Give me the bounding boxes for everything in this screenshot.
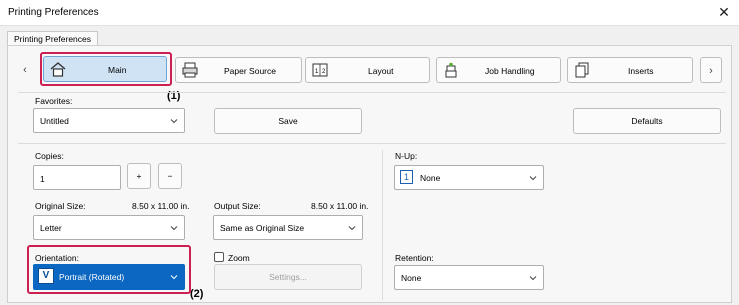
favorites-value: Untitled: [40, 116, 69, 126]
tab-strip: Printing Preferences: [0, 26, 739, 47]
job-stack-icon: [445, 62, 457, 78]
chevron-down-icon: [348, 226, 356, 231]
nav-job-handling-button[interactable]: Job Handling: [436, 57, 561, 83]
copies-value: 1: [40, 174, 45, 184]
nav-paper-source-button[interactable]: Paper Source: [175, 57, 302, 83]
zoom-label: Zoom: [228, 253, 250, 263]
nav-layout-button[interactable]: 1 2 Layout: [305, 57, 430, 83]
nav-inserts-label: Inserts: [628, 66, 654, 76]
portrait-rotated-icon: V: [38, 268, 54, 284]
nav-next-button[interactable]: ›: [700, 57, 722, 83]
callout-box-1: [40, 52, 172, 86]
copies-label: Copies:: [35, 151, 64, 161]
copies-increment-button[interactable]: +: [127, 163, 151, 189]
close-icon[interactable]: ✕: [715, 3, 733, 21]
nav-job-handling-label: Job Handling: [485, 66, 535, 76]
title-bar: Printing Preferences ✕: [0, 0, 739, 26]
retention-value: None: [401, 273, 422, 283]
nav-prev-button[interactable]: ‹: [14, 57, 36, 83]
copies-input[interactable]: 1: [33, 165, 121, 190]
original-size-label: Original Size:: [35, 201, 86, 211]
chevron-down-icon: [170, 275, 178, 280]
copies-decrement-button[interactable]: −: [158, 163, 182, 189]
defaults-button[interactable]: Defaults: [573, 108, 721, 134]
chevron-down-icon: [170, 226, 178, 231]
nup-select[interactable]: 1 None: [394, 165, 544, 190]
chevron-down-icon: [529, 176, 537, 181]
printer-icon: [182, 62, 198, 78]
output-size-select[interactable]: Same as Original Size: [213, 215, 363, 240]
chevron-down-icon: [170, 119, 178, 124]
callout-label-2: (2): [190, 288, 204, 300]
section-divider: [18, 143, 726, 144]
nav-divider: [18, 92, 726, 93]
output-size-label: Output Size:: [214, 201, 261, 211]
chevron-down-icon: [529, 276, 537, 281]
favorites-label: Favorites:: [35, 96, 73, 106]
window-title: Printing Preferences: [8, 7, 99, 18]
original-size-dimension: 8.50 x 11.00 in.: [132, 201, 190, 211]
orientation-select[interactable]: V Portrait (Rotated): [33, 264, 185, 290]
nup-page-icon: 1: [400, 170, 413, 184]
nup-value: None: [420, 173, 441, 183]
original-size-select[interactable]: Letter: [33, 215, 185, 240]
nav-inserts-button[interactable]: Inserts: [567, 57, 693, 83]
zoom-settings-button[interactable]: Settings...: [214, 264, 362, 290]
nav-layout-label: Layout: [368, 66, 394, 76]
nav-paper-source-label: Paper Source: [224, 66, 276, 76]
retention-label: Retention:: [395, 253, 434, 263]
output-size-dimension: 8.50 x 11.00 in.: [311, 201, 369, 211]
column-divider: [382, 150, 383, 300]
zoom-checkbox[interactable]: [214, 252, 224, 262]
layout-icon: 1 2: [312, 63, 328, 77]
favorites-select[interactable]: Untitled: [33, 108, 185, 133]
original-size-value: Letter: [40, 223, 62, 233]
inserts-icon: [575, 62, 589, 78]
save-button[interactable]: Save: [214, 108, 362, 134]
nup-label: N-Up:: [395, 151, 418, 161]
retention-select[interactable]: None: [394, 265, 544, 290]
orientation-value: Portrait (Rotated): [59, 272, 125, 282]
output-size-value: Same as Original Size: [220, 223, 305, 233]
orientation-label: Orientation:: [35, 253, 79, 263]
